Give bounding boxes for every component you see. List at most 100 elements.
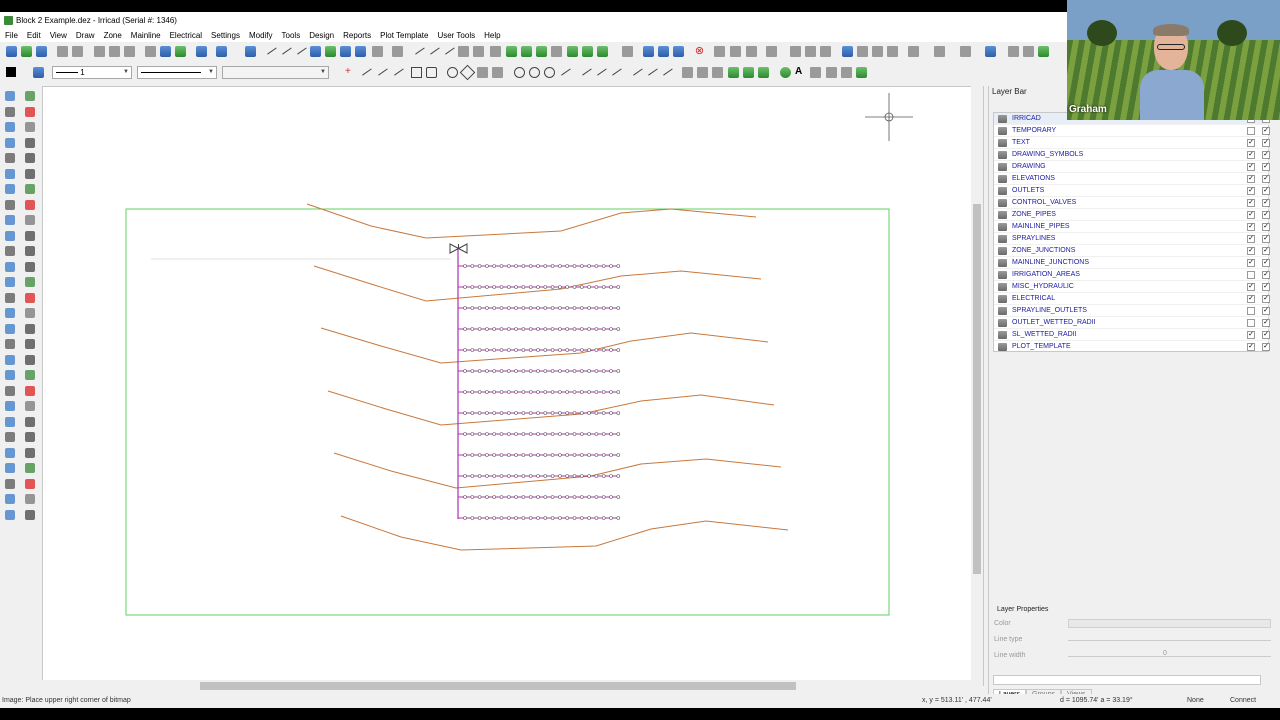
properties-icon[interactable] [887,46,898,57]
block-icon[interactable] [5,370,15,380]
stop-icon[interactable]: ⊗ [694,46,705,57]
layer-display-checkbox[interactable]: ✓ [1262,307,1270,315]
menu-design[interactable]: Design [304,31,338,40]
fillet-icon[interactable] [25,339,35,349]
zoom-window-icon[interactable] [5,122,15,132]
circle-icon[interactable] [447,67,458,78]
layer-display-checkbox[interactable]: ✓ [1262,283,1270,291]
layer-row[interactable]: OUTLET_WETTED_RADII ✓ [994,317,1270,329]
stretch-icon[interactable] [25,246,35,256]
layer-lock-checkbox[interactable] [1247,127,1255,135]
bill-of-materials-icon[interactable] [643,46,654,57]
layer-display-checkbox[interactable]: ✓ [1262,343,1270,351]
layer-visibility-icon[interactable] [998,295,1007,303]
layer-lock-checkbox[interactable]: ✓ [1247,139,1255,147]
layer-display-checkbox[interactable]: ✓ [1262,139,1270,147]
layer-row[interactable]: OUTLETS ✓ ✓ [994,185,1270,197]
layer-lock-checkbox[interactable] [1247,307,1255,315]
status-snap[interactable]: None [1187,697,1204,704]
layer-visibility-icon[interactable] [998,235,1007,243]
edit-icon[interactable] [5,416,15,427]
layer-lock-checkbox[interactable]: ✓ [1247,223,1255,231]
zoom-spec-icon[interactable] [5,246,15,256]
point-icon[interactable]: + [345,67,356,78]
schedule-icon[interactable] [673,46,684,57]
layer-row[interactable]: MISC_HYDRAULIC ✓ ✓ [994,281,1270,293]
layer-lock-checkbox[interactable]: ✓ [1247,151,1255,159]
snap-end-icon[interactable] [746,46,757,57]
layer-display-checkbox[interactable]: ✓ [1262,295,1270,303]
layer-lock-checkbox[interactable]: ✓ [1247,259,1255,267]
menu-mainline[interactable]: Mainline [126,31,165,40]
wire3-tool-icon[interactable] [442,43,455,55]
view-icon[interactable] [934,46,945,57]
rounded-rect-icon[interactable] [426,67,437,78]
arc-icon[interactable] [514,67,525,78]
menu-electrical[interactable]: Electrical [165,31,206,40]
zone-icon[interactable] [506,46,517,57]
menu-edit[interactable]: Edit [22,31,45,40]
layer-visibility-icon[interactable] [998,211,1007,219]
layer-visibility-icon[interactable] [998,271,1007,279]
ellipse-icon[interactable] [544,67,555,78]
valve-tool-icon[interactable] [310,46,321,57]
status-connect[interactable]: Connect [1230,697,1256,704]
chamfer-icon[interactable] [25,354,35,365]
save-icon[interactable] [36,46,47,57]
pipe-tool-icon[interactable] [264,43,277,55]
layer-row[interactable]: MAINLINE_JUNCTIONS ✓ ✓ [994,257,1270,269]
measure-icon[interactable] [5,292,15,303]
layer-display-checkbox[interactable]: ✓ [1262,211,1270,219]
menu-zone[interactable]: Zone [99,31,126,40]
layer-visibility-icon[interactable] [998,115,1007,123]
layer-visibility-icon[interactable] [998,151,1007,159]
display-icon[interactable] [960,46,971,57]
controller-icon[interactable] [458,46,469,57]
layer-row[interactable]: ZONE_JUNCTIONS ✓ ✓ [994,245,1270,257]
pick-icon[interactable] [25,137,35,148]
layer-row[interactable]: SPRAYLINES ✓ ✓ [994,233,1270,245]
layer-lock-checkbox[interactable]: ✓ [1247,175,1255,183]
area-tool-icon[interactable] [372,46,383,57]
dimension3-icon[interactable] [609,64,622,76]
symbol-icon[interactable] [492,67,503,78]
layer-display-checkbox[interactable]: ✓ [1262,271,1270,279]
layer-visibility-icon[interactable] [998,175,1007,183]
layer-visibility-icon[interactable] [998,331,1007,339]
menu-reports[interactable]: Reports [338,31,375,40]
snap-off-icon[interactable] [714,46,725,57]
outlet-tool-icon[interactable] [245,46,256,57]
layer-visibility-icon[interactable] [998,319,1007,327]
new-file-icon[interactable] [6,46,17,57]
copy-icon[interactable] [25,230,35,241]
layer-display-checkbox[interactable]: ✓ [1262,187,1270,195]
layer-icon[interactable] [842,46,853,57]
help-icon[interactable] [216,46,227,57]
layer-display-checkbox[interactable]: ✓ [1262,259,1270,267]
snap-icon[interactable] [730,46,741,57]
menu-tools[interactable]: Tools [277,31,305,40]
sprayline-tool-icon[interactable] [294,43,307,55]
query-icon[interactable] [5,277,15,287]
layer-row[interactable]: ELEVATIONS ✓ ✓ [994,173,1270,185]
legend-icon[interactable] [758,67,769,78]
ortho-icon[interactable] [872,46,883,57]
delete-icon[interactable] [25,122,35,132]
dimension2-icon[interactable] [594,64,607,76]
move-icon[interactable] [25,153,35,163]
select-icon[interactable] [908,46,919,57]
mirror-icon[interactable] [25,215,35,225]
zoom-window-icon[interactable] [790,46,801,57]
redraw-icon[interactable] [5,199,15,210]
layer-visibility-icon[interactable] [998,259,1007,267]
arc-icon[interactable] [5,478,15,489]
zone-list-icon[interactable] [551,46,562,57]
text-icon[interactable] [25,432,35,442]
info-icon[interactable] [5,308,15,318]
break2-icon[interactable] [5,432,15,442]
select-all-icon[interactable] [5,261,15,272]
layer-visibility-icon[interactable] [998,247,1007,255]
linetype-combo[interactable]: ▼ [137,66,217,79]
layer-lock-checkbox[interactable]: ✓ [1247,283,1255,291]
align-icon[interactable] [25,385,35,396]
